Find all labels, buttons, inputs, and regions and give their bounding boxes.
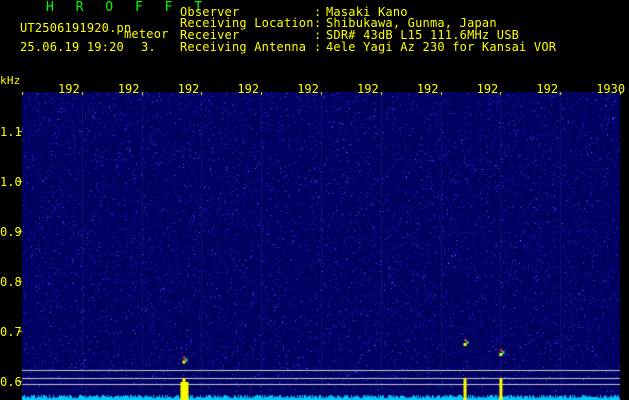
time-tick-label: 192 — [117, 82, 140, 96]
datetime: 25.06.19 19:20 — [20, 40, 124, 54]
file-name: UT2506191920.pn — [20, 21, 132, 35]
freq-tick-label: 0.7 — [0, 325, 22, 339]
time-tick-label: 192 — [536, 82, 559, 96]
time-tick-label: 192 — [416, 82, 439, 96]
time-tick-label: 1930 — [596, 82, 626, 96]
sequence-number: 3. — [141, 40, 156, 54]
time-tick-label: 192 — [177, 82, 200, 96]
antenna-colon: : — [314, 40, 322, 54]
waterfall-spectrogram — [0, 92, 629, 400]
freq-tick-label: 1.1 — [0, 125, 22, 139]
freq-unit-label: kHz — [0, 74, 21, 87]
time-tick-label: 192 — [476, 82, 499, 96]
time-tick-label: 192 — [237, 82, 260, 96]
freq-tick-label: 1.0 — [0, 175, 22, 189]
time-tick-label: 192 — [297, 82, 319, 96]
time-tick-label: 192 — [357, 82, 379, 96]
freq-tick-label: 0.6 — [0, 375, 22, 389]
hrofft-screen: H R O F F T UT2506191920.pn meteor 25.06… — [0, 0, 629, 400]
antenna-label: Receiving Antenna — [180, 40, 307, 54]
antenna-value: 4ele Yagi Az 230 for Kansai VOR — [326, 40, 557, 54]
freq-tick-label: 0.8 — [0, 275, 22, 289]
time-tick-label: 192 — [58, 82, 80, 96]
freq-tick-label: 0.9 — [0, 225, 22, 239]
mode-label: meteor — [124, 27, 169, 41]
